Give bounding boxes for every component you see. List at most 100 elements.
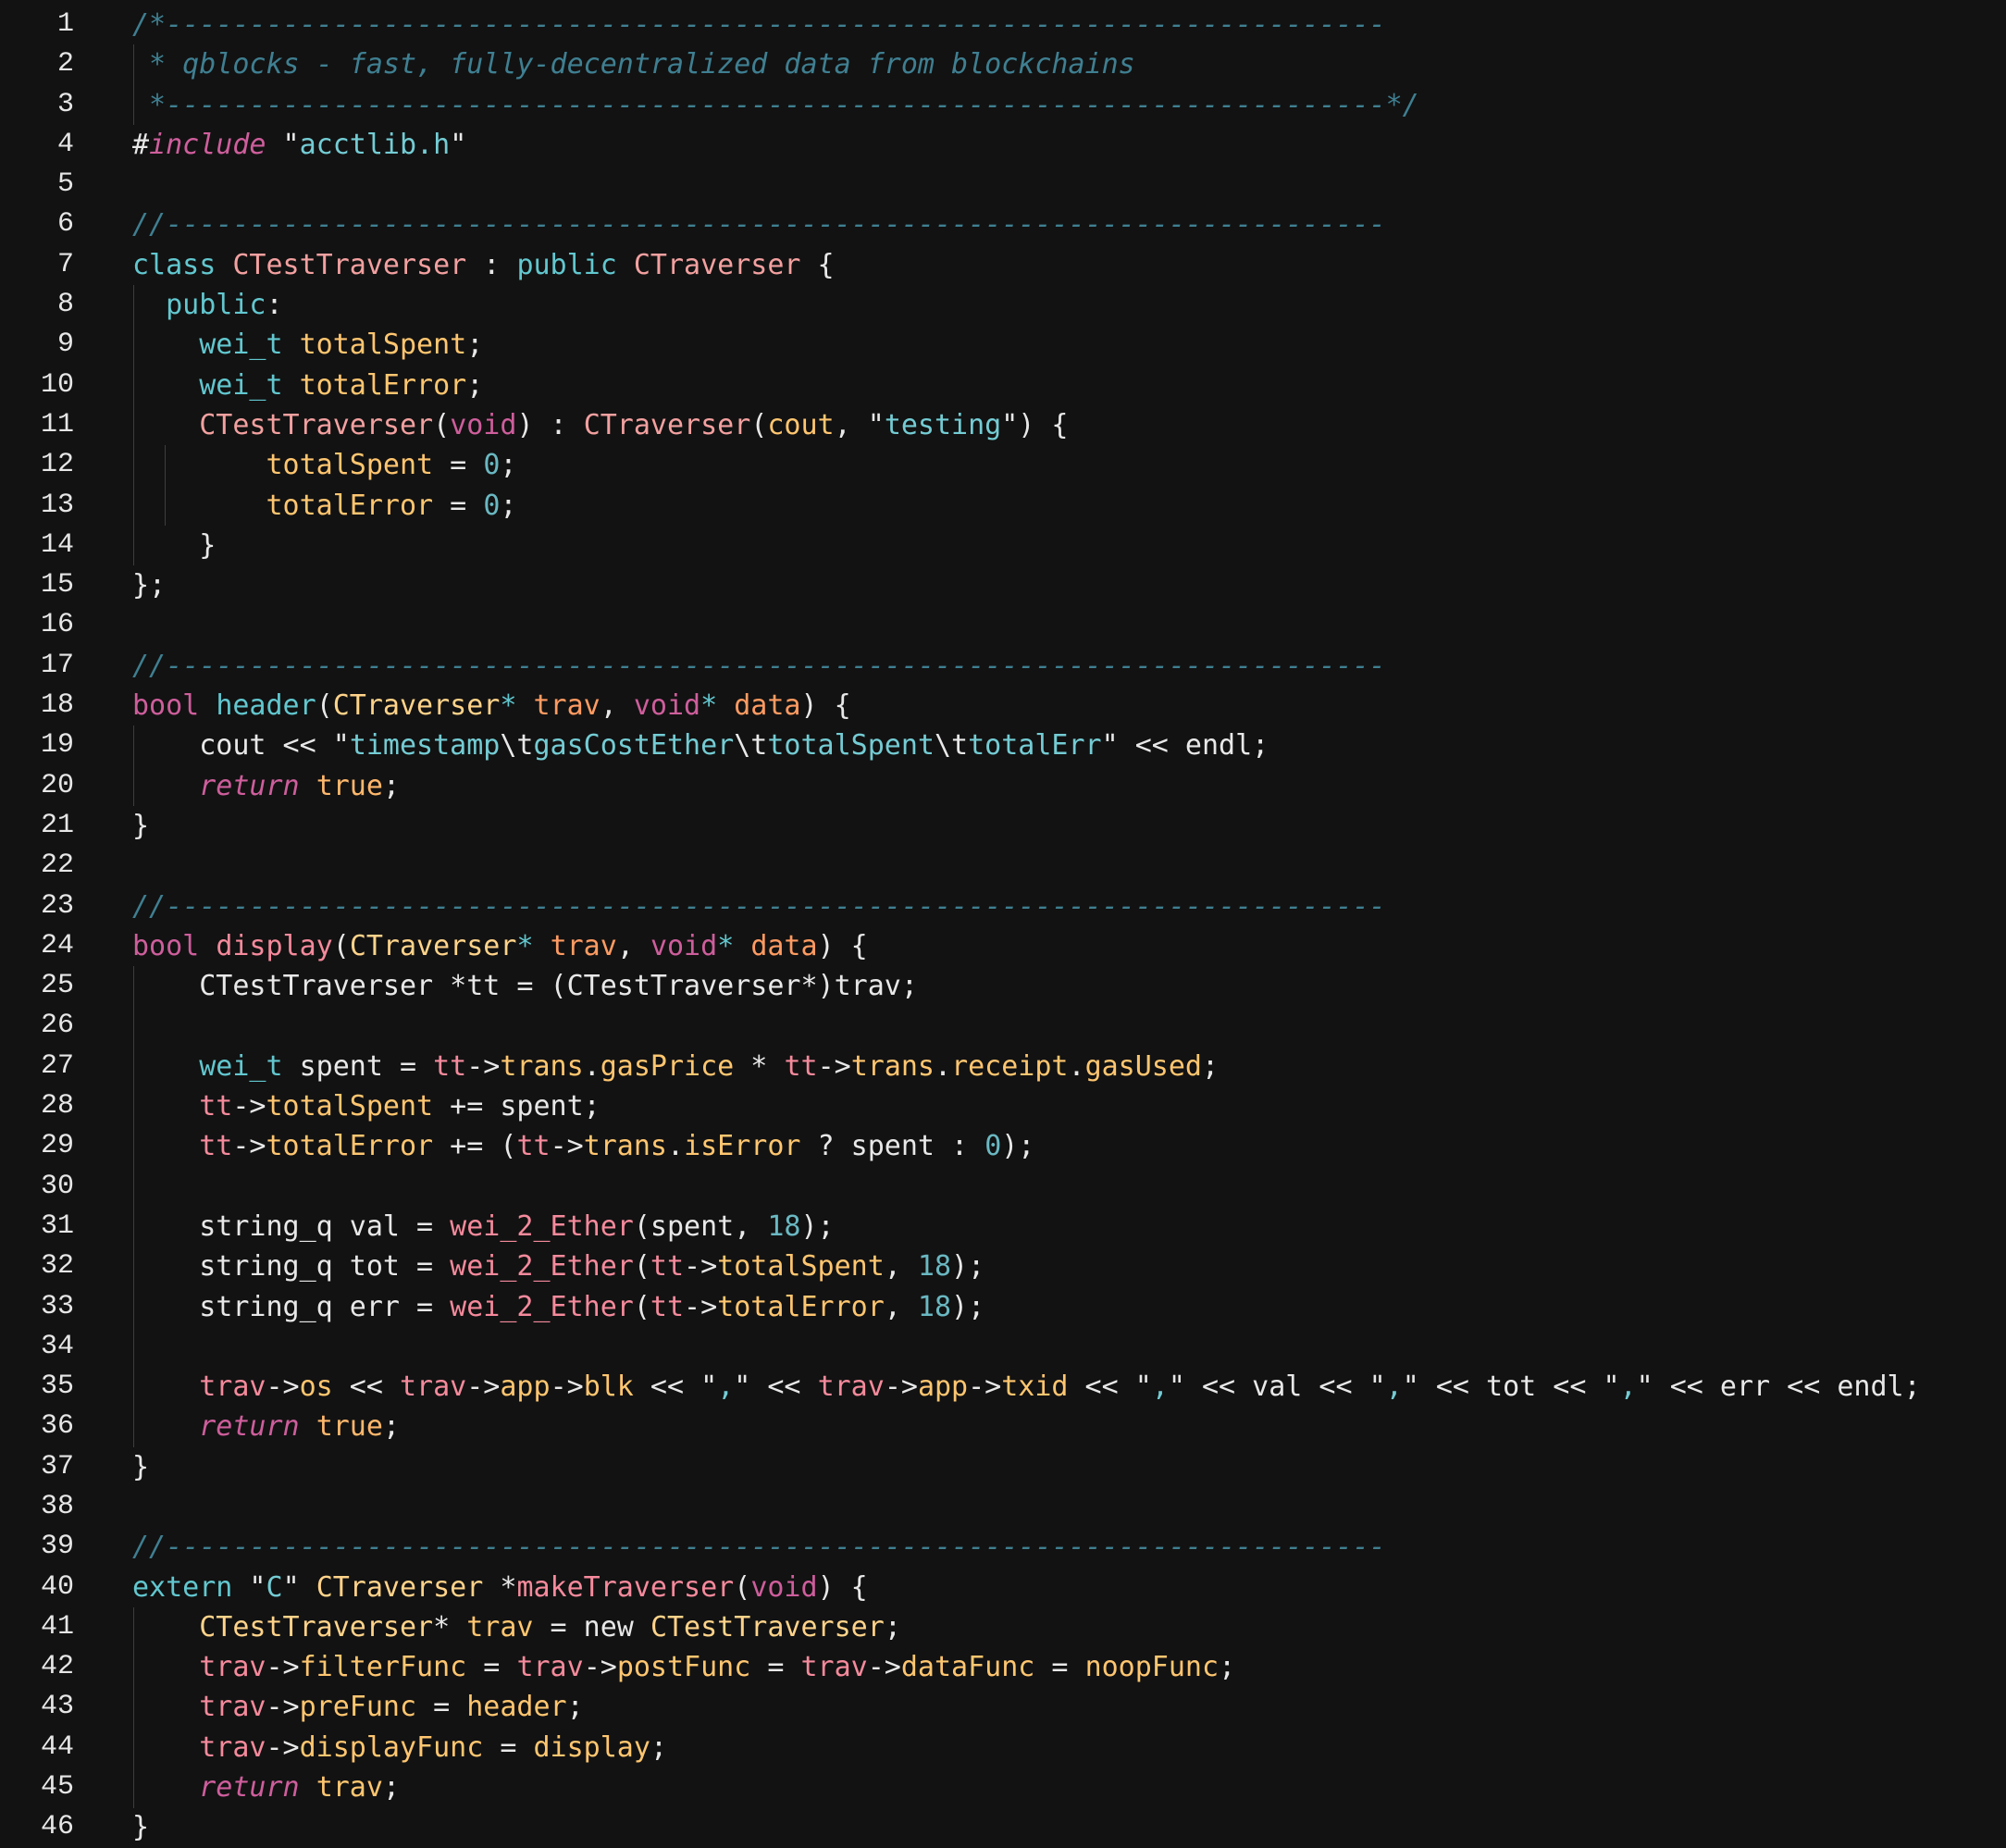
code-line[interactable]: 18 bool header(CTraverser* trav, void* da…	[0, 686, 2006, 726]
code-line[interactable]: 30	[0, 1167, 2006, 1207]
code-token: wei_2_Ether	[450, 1290, 634, 1323]
code-line[interactable]: 7 class CTestTraverser : public CTraverse…	[0, 245, 2006, 285]
code-line[interactable]: 12 totalSpent = 0;	[0, 445, 2006, 485]
code-line[interactable]: 14 }	[0, 526, 2006, 565]
code-token: gasUsed	[1084, 1049, 1202, 1083]
code-line[interactable]: 4 #include "acctlib.h"	[0, 125, 2006, 165]
code-line[interactable]: 10 wei_t totalError;	[0, 366, 2006, 405]
code-editor[interactable]: 1 /*-------------------------------------…	[0, 0, 2006, 1845]
code-line[interactable]: 39 //------------------------------------…	[0, 1527, 2006, 1567]
code-token: }	[132, 809, 150, 842]
code-token: " << val << "	[1168, 1370, 1386, 1404]
code-line[interactable]: 19 cout << "timestamp\tgasCostEther\ttot…	[0, 726, 2006, 765]
code-line[interactable]: 40 extern "C" CTraverser *makeTraverser(v…	[0, 1568, 2006, 1607]
code-token: =	[466, 1651, 517, 1684]
code-token: header	[466, 1691, 567, 1724]
code-token: tt	[199, 1130, 233, 1163]
code-text: bool display(CTraverser* trav, void* dat…	[132, 926, 868, 966]
code-line[interactable]: 29 tt->totalError += (tt->trans.isError …	[0, 1126, 2006, 1166]
code-token: os	[299, 1370, 333, 1404]
code-line[interactable]: 24 bool display(CTraverser* trav, void* d…	[0, 926, 2006, 966]
code-token: display	[533, 1730, 650, 1764]
code-line[interactable]: 3 *-------------------------------------…	[0, 85, 2006, 125]
code-token: true	[316, 1410, 383, 1444]
code-line[interactable]: 25 CTestTraverser *tt = (CTestTraverser*…	[0, 966, 2006, 1006]
code-line[interactable]: 38	[0, 1487, 2006, 1527]
code-line[interactable]: 21}	[0, 806, 2006, 846]
code-line[interactable]: 34	[0, 1327, 2006, 1367]
code-line[interactable]: 42 trav->filterFunc = trav->postFunc = t…	[0, 1647, 2006, 1687]
code-line[interactable]: 37}	[0, 1447, 2006, 1487]
code-line[interactable]: 36 return true;	[0, 1407, 2006, 1446]
code-token: ->	[232, 1130, 266, 1163]
code-token: );	[1001, 1130, 1035, 1163]
code-token: ;	[500, 489, 517, 522]
code-token: =	[1034, 1651, 1085, 1684]
code-token: ,	[1619, 1370, 1637, 1404]
line-number: 31	[40, 1209, 74, 1242]
line-number: 34	[40, 1330, 74, 1362]
code-token: C	[266, 1570, 283, 1604]
code-text: string_q tot = wei_2_Ether(tt->totalSpen…	[132, 1246, 984, 1286]
code-token: trav	[199, 1651, 266, 1684]
code-token: 0	[483, 489, 501, 522]
code-line[interactable]: 23 //------------------------------------…	[0, 887, 2006, 926]
code-token: *	[433, 1610, 467, 1643]
code-token: CTestTraverser *tt = (CTestTraverser*)tr…	[132, 970, 918, 1003]
code-line[interactable]: 22	[0, 846, 2006, 886]
code-token: trav	[533, 689, 601, 723]
code-token: app	[500, 1370, 551, 1404]
code-text: totalError = 0;	[132, 486, 517, 526]
code-token: CTraverser	[633, 248, 801, 281]
code-token: ,	[1385, 1370, 1403, 1404]
code-line[interactable]: 32 string_q tot = wei_2_Ether(tt->totalS…	[0, 1246, 2006, 1286]
code-line[interactable]: 31 string_q val = wei_2_Ether(spent, 18)…	[0, 1207, 2006, 1246]
code-line[interactable]: 2 * qblocks - fast, fully-decentralized …	[0, 44, 2006, 84]
code-token: ->	[232, 1090, 266, 1123]
line-number: 38	[40, 1490, 74, 1522]
code-token: , "	[834, 408, 885, 441]
code-line[interactable]: 11 CTestTraverser(void) : CTraverser(cou…	[0, 405, 2006, 445]
code-line[interactable]: 44 trav->displayFunc = display;	[0, 1728, 2006, 1767]
code-line[interactable]: 1 /*-------------------------------------…	[0, 5, 2006, 44]
code-line[interactable]: 9 wei_t totalSpent;	[0, 325, 2006, 365]
code-line[interactable]: 46}	[0, 1807, 2006, 1847]
code-token: *	[717, 929, 735, 962]
code-line[interactable]: 13 totalError = 0;	[0, 486, 2006, 526]
code-line[interactable]: 8 public:	[0, 285, 2006, 325]
code-text: CTestTraverser(void) : CTraverser(cout, …	[132, 405, 1068, 445]
code-token: ->	[684, 1250, 718, 1284]
code-token: extern	[132, 1570, 233, 1604]
code-text: trav->filterFunc = trav->postFunc = trav…	[132, 1647, 1235, 1687]
line-number: 40	[40, 1570, 74, 1603]
code-line[interactable]: 33 string_q err = wei_2_Ether(tt->totalE…	[0, 1287, 2006, 1327]
code-line[interactable]: 28 tt->totalSpent += spent;	[0, 1086, 2006, 1126]
code-line[interactable]: 5	[0, 165, 2006, 205]
code-line[interactable]: 27 wei_t spent = tt->trans.gasPrice * tt…	[0, 1047, 2006, 1086]
code-line[interactable]: 6 //-------------------------------------…	[0, 205, 2006, 244]
code-token: data	[750, 929, 818, 962]
code-line[interactable]: 45 return trav;	[0, 1767, 2006, 1807]
code-token: bool	[132, 929, 200, 962]
code-token: noopFunc	[1084, 1651, 1220, 1684]
code-token: trav	[400, 1370, 467, 1404]
code-text: trav->os << trav->app->blk << "," << tra…	[132, 1367, 1920, 1407]
code-line[interactable]: 15};	[0, 565, 2006, 605]
code-token: totalErr	[968, 729, 1102, 763]
code-line[interactable]: 41 CTestTraverser* trav = new CTestTrave…	[0, 1607, 2006, 1647]
code-line[interactable]: 20 return true;	[0, 766, 2006, 806]
code-token: ->	[266, 1691, 300, 1724]
code-line[interactable]: 43 trav->preFunc = header;	[0, 1687, 2006, 1727]
code-line[interactable]: 17 //------------------------------------…	[0, 646, 2006, 686]
code-line[interactable]: 16	[0, 605, 2006, 645]
line-number: 9	[56, 329, 74, 361]
code-token: trav	[199, 1691, 266, 1724]
code-line[interactable]: 26	[0, 1006, 2006, 1046]
code-token: CTestTraverser	[199, 1610, 434, 1643]
code-line[interactable]: 35 trav->os << trav->app->blk << "," << …	[0, 1367, 2006, 1407]
line-number: 23	[40, 889, 74, 922]
line-number: 5	[56, 168, 74, 201]
line-number: 18	[40, 689, 74, 722]
